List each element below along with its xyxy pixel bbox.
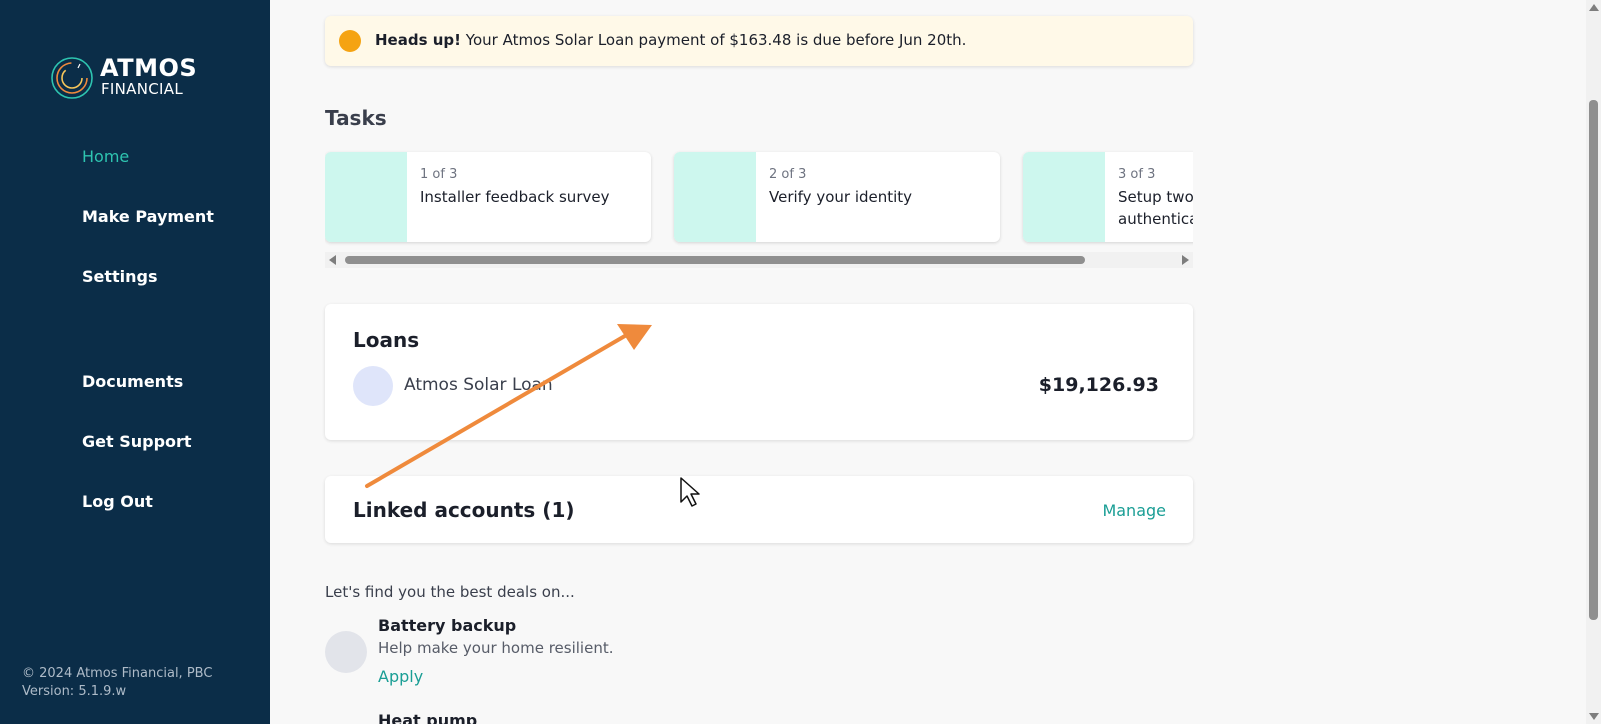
tasks-heading: Tasks: [325, 106, 387, 130]
page-scroll-thumb[interactable]: [1589, 100, 1598, 620]
manage-linked-accounts-link[interactable]: Manage: [1102, 501, 1166, 520]
deal-name: Battery backup: [378, 616, 517, 635]
alert-lead: Heads up!: [375, 31, 461, 49]
logo-text-financial: FINANCIAL: [101, 80, 183, 98]
loan-avatar: [353, 366, 393, 406]
alert-message: Your Atmos Solar Loan payment of $163.48…: [465, 31, 967, 49]
linked-accounts-card: Linked accounts (1) Manage: [325, 476, 1193, 543]
task-thumbnail: [674, 152, 756, 242]
warning-dot-icon: [339, 30, 361, 52]
scroll-left-arrow-icon[interactable]: [329, 255, 336, 265]
deal-apply-link[interactable]: Apply: [378, 667, 423, 686]
task-title: Verify your identity: [769, 188, 913, 206]
deal-name: Heat pump: [378, 711, 478, 724]
atmos-logo[interactable]: ATMOS FINANCIAL: [50, 54, 210, 102]
scroll-down-arrow-icon[interactable]: [1589, 713, 1599, 720]
logo-text-atmos: ATMOS: [100, 54, 198, 82]
scroll-up-arrow-icon[interactable]: [1589, 4, 1599, 11]
task-step: 1 of 3: [420, 167, 458, 182]
loans-card: Loans Atmos Solar Loan $19,126.93: [325, 304, 1193, 440]
logo-rings-icon: [51, 57, 93, 99]
version-text: Version: 5.1.9.w: [22, 684, 127, 699]
loan-name[interactable]: Atmos Solar Loan: [404, 375, 553, 395]
tasks-horizontal-scrollbar[interactable]: [325, 252, 1193, 268]
page-vertical-scrollbar[interactable]: [1586, 0, 1601, 724]
task-step: 3 of 3: [1118, 167, 1156, 182]
task-card[interactable]: 3 of 3 Setup two-factor authentication: [1023, 152, 1193, 242]
scroll-thumb[interactable]: [345, 256, 1085, 264]
alert-text: Heads up! Your Atmos Solar Loan payment …: [375, 31, 966, 49]
task-title: Setup two-factor authentication: [1118, 188, 1193, 228]
task-card[interactable]: 1 of 3 Installer feedback survey: [325, 152, 651, 242]
payment-alert-banner: Heads up! Your Atmos Solar Loan payment …: [325, 16, 1193, 66]
sidebar-item-settings[interactable]: Settings: [82, 267, 158, 286]
copyright-text: © 2024 Atmos Financial, PBC: [22, 666, 213, 681]
deals-heading: Let's find you the best deals on...: [325, 583, 575, 601]
scroll-right-arrow-icon[interactable]: [1182, 255, 1189, 265]
sidebar-item-log-out[interactable]: Log Out: [82, 492, 153, 511]
sidebar-item-make-payment[interactable]: Make Payment: [82, 207, 214, 226]
tasks-carousel[interactable]: 1 of 3 Installer feedback survey 2 of 3 …: [325, 148, 1193, 248]
task-card[interactable]: 2 of 3 Verify your identity: [674, 152, 1000, 242]
linked-accounts-heading: Linked accounts (1): [353, 498, 575, 522]
sidebar-item-documents[interactable]: Documents: [82, 372, 183, 391]
loans-heading: Loans: [353, 328, 420, 352]
sidebar-item-home[interactable]: Home: [82, 147, 129, 166]
task-thumbnail: [1023, 152, 1105, 242]
sidebar-item-get-support[interactable]: Get Support: [82, 432, 192, 451]
sidebar-footer: © 2024 Atmos Financial, PBC Version: 5.1…: [22, 665, 212, 701]
loan-balance: $19,126.93: [1038, 374, 1159, 396]
task-step: 2 of 3: [769, 167, 807, 182]
sidebar: ATMOS FINANCIAL Home Make Payment Settin…: [0, 0, 270, 724]
deal-description: Help make your home resilient.: [378, 639, 614, 657]
deal-avatar: [325, 631, 367, 673]
task-thumbnail: [325, 152, 407, 242]
task-title: Installer feedback survey: [420, 188, 610, 206]
